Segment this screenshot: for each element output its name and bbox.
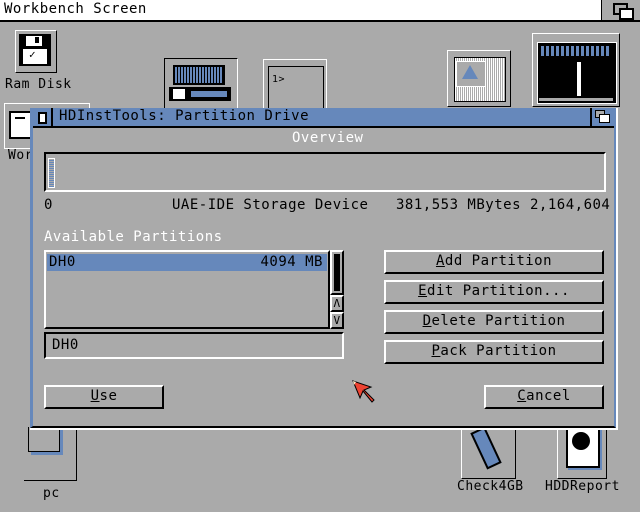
label: ack Partition [440,343,557,359]
screen-title-bar: Workbench Screen [0,0,640,22]
use-button[interactable]: Use [44,385,164,409]
device-size: 381,553 MBytes [396,197,522,213]
screen-depth-icon[interactable] [601,0,640,20]
edit-partition-button[interactable]: Edit Partition... [384,280,604,304]
prefs-tool-icon[interactable] [164,58,238,110]
hddreport-label: HDDReport [545,479,620,494]
overview-bar[interactable] [44,152,606,192]
available-partitions-label: Available Partitions [44,229,223,245]
device-end: 2,164,604 [530,197,611,213]
hddreport-icon[interactable] [557,428,607,479]
overview-partition-marker[interactable] [48,158,55,188]
close-icon[interactable] [33,108,53,126]
hotkey: E [418,283,428,299]
hotkey: U [90,388,100,404]
label: dd Partition [444,253,553,269]
ram-disk-icon[interactable]: ✓ [15,30,57,73]
check4gb-label: Check4GB [457,479,524,494]
hotkey: C [517,388,527,404]
cancel-button[interactable]: Cancel [484,385,604,409]
partition-drive-window: HDInstTools: Partition Drive Overview 0 … [30,108,616,428]
label: elete Partition [431,313,566,329]
overview-label: Overview [292,130,364,146]
tool-icon[interactable] [447,50,511,107]
delete-partition-button[interactable]: Delete Partition [384,310,604,334]
window-title: HDInstTools: Partition Drive [59,108,310,124]
scrollbar-knob[interactable] [334,254,340,291]
window-title-bar[interactable]: HDInstTools: Partition Drive [33,108,614,128]
label: dit Partition... [427,283,570,299]
ram-disk-label: Ram Disk [5,77,72,92]
partition-name: DH0 [49,254,76,270]
hotkey: D [422,313,432,329]
partition-name-field[interactable]: DH0 [44,332,344,359]
check4gb-icon[interactable] [461,426,516,479]
window-depth-icon[interactable] [590,108,614,126]
mouse-pointer-icon [352,380,375,403]
scroll-up-arrow-icon[interactable]: Λ [330,295,344,312]
label: se [99,388,118,404]
pc-drive-icon[interactable] [24,425,77,481]
pack-partition-button[interactable]: Pack Partition [384,340,604,364]
partition-size: 4094 MB [260,254,323,270]
hotkey: A [435,253,445,269]
device-name: UAE-IDE Storage Device [172,197,369,213]
scroll-down-arrow-icon[interactable]: V [330,312,344,329]
partition-row[interactable]: DH0 4094 MB [47,254,327,271]
scrollbar-track[interactable] [330,250,344,295]
label: ancel [526,388,571,404]
shell-icon[interactable]: 1> [263,59,327,111]
partition-list[interactable]: DH0 4094 MB [44,250,330,329]
device-start: 0 [44,197,53,213]
hdtoolbox-icon[interactable] [532,33,620,107]
pc-label: pc [43,486,60,501]
add-partition-button[interactable]: Add Partition [384,250,604,274]
screen-title: Workbench Screen [4,1,147,17]
